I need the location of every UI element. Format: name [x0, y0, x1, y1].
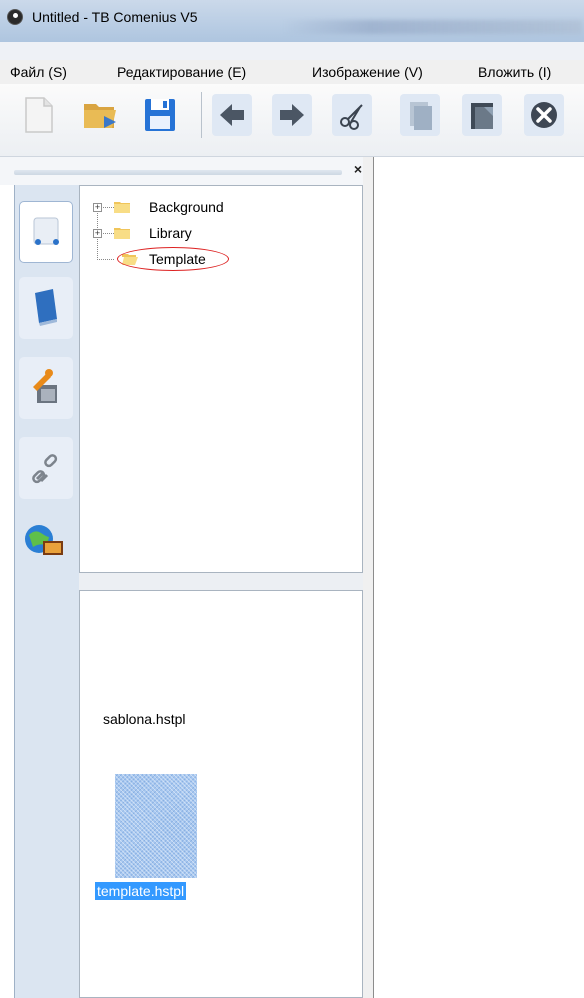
- book-tool-icon: [35, 289, 57, 326]
- vertical-splitter[interactable]: [363, 157, 373, 998]
- delete-button[interactable]: [524, 94, 564, 136]
- folder-icon: [114, 228, 130, 239]
- back-arrow-icon: [220, 104, 244, 126]
- menu-insert[interactable]: Вложить (I): [476, 60, 553, 84]
- menu-file[interactable]: Файл (S): [8, 60, 69, 84]
- forward-arrow-icon: [280, 104, 304, 126]
- save-button[interactable]: [140, 94, 180, 136]
- panel-splitter[interactable]: [79, 573, 363, 590]
- delete-icon: [531, 102, 557, 128]
- back-button[interactable]: [212, 94, 252, 136]
- side-tool-strip: [14, 185, 80, 998]
- cut-icon: [340, 104, 363, 130]
- new-document-icon: [25, 97, 53, 133]
- copy-button[interactable]: [400, 94, 440, 136]
- tools-tool-icon: [33, 369, 57, 403]
- menu-bar: Файл (S) Редактирование (E) Изображение …: [0, 60, 584, 85]
- main-canvas-border: [373, 157, 374, 998]
- file-thumbnail[interactable]: [115, 774, 197, 878]
- menu-edit[interactable]: Редактирование (E): [115, 60, 248, 84]
- menu-bar-background: [0, 42, 584, 60]
- cut-button[interactable]: [332, 94, 372, 136]
- link-tool-button[interactable]: [19, 437, 73, 499]
- toolbar-separator: [201, 92, 202, 138]
- panel-header: [0, 157, 373, 185]
- app-icon[interactable]: [8, 10, 22, 24]
- menu-image[interactable]: Изображение (V): [310, 60, 425, 84]
- objects-tool-button[interactable]: [19, 201, 73, 263]
- paste-icon: [471, 103, 493, 129]
- globe-media-tool-icon: [25, 525, 63, 555]
- folder-icon: [114, 202, 130, 213]
- file-item-sablona[interactable]: sablona.hstpl: [103, 711, 186, 727]
- save-icon: [145, 99, 175, 131]
- folder-tree: [79, 185, 363, 573]
- window-title: Untitled - TB Comenius V5: [32, 9, 198, 25]
- new-document-button[interactable]: [18, 94, 58, 136]
- tree-connector: [97, 259, 114, 260]
- tools-tool-button[interactable]: [19, 357, 73, 419]
- title-bar-blur: [282, 20, 582, 34]
- title-bar: Untitled - TB Comenius V5: [0, 0, 584, 42]
- book-tool-button[interactable]: [19, 277, 73, 339]
- forward-button[interactable]: [272, 94, 312, 136]
- tree-item-library[interactable]: Library: [149, 223, 192, 243]
- annotation-highlight-ring: [117, 247, 229, 271]
- tree-expander-library[interactable]: +: [93, 229, 102, 238]
- tree-expander-background[interactable]: +: [93, 203, 102, 212]
- copy-icon: [410, 102, 432, 130]
- globe-media-tool-button[interactable]: [19, 509, 73, 571]
- panel-drag-handle[interactable]: [14, 170, 342, 175]
- open-button[interactable]: [80, 94, 120, 136]
- toolbar: [0, 84, 584, 157]
- objects-tool-icon: [33, 217, 59, 245]
- tree-item-background[interactable]: Background: [149, 197, 224, 217]
- paste-button[interactable]: [462, 94, 502, 136]
- open-folder-icon: [84, 104, 116, 128]
- link-tool-icon: [32, 454, 58, 484]
- file-item-template[interactable]: template.hstpl: [95, 882, 187, 900]
